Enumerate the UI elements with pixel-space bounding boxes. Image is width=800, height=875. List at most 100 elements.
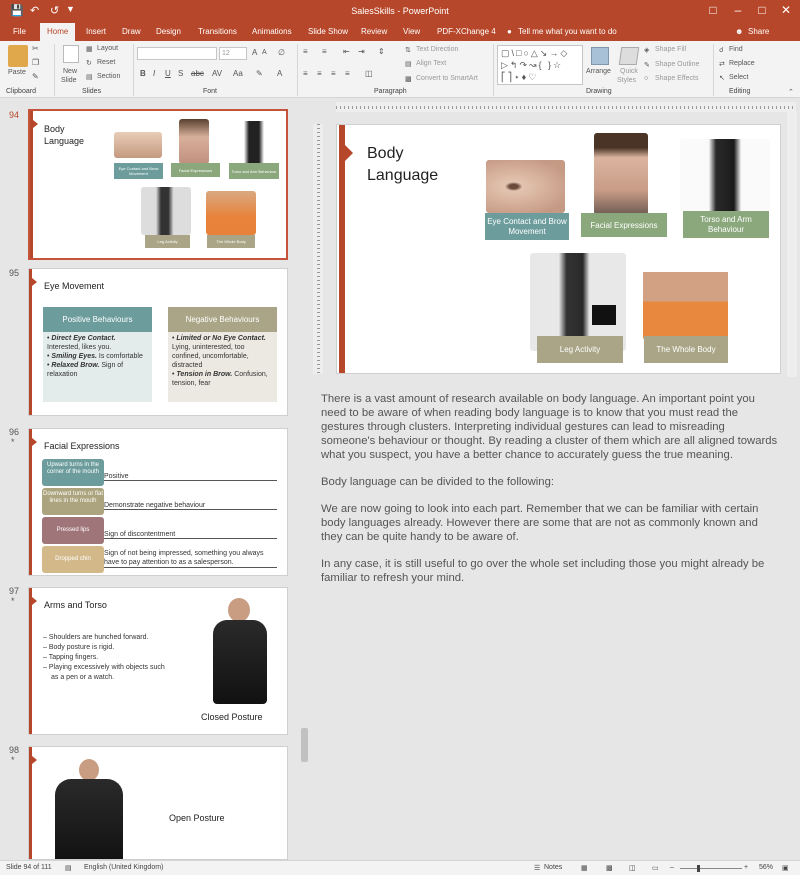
- find-icon[interactable]: ☌: [719, 46, 724, 54]
- increase-indent-icon[interactable]: ⇥: [358, 47, 365, 56]
- font-color-icon[interactable]: A: [277, 69, 282, 78]
- quick-styles-icon[interactable]: [618, 47, 640, 65]
- clear-format-icon[interactable]: ∅: [278, 48, 285, 57]
- columns-icon[interactable]: ◫: [365, 69, 373, 78]
- zoom-slider-thumb[interactable]: [697, 865, 700, 872]
- zoom-slider[interactable]: [680, 868, 742, 869]
- fit-slide-icon[interactable]: ▣: [782, 864, 789, 872]
- maximize-icon[interactable]: □: [752, 3, 772, 17]
- notes-button[interactable]: Notes: [544, 864, 562, 871]
- tab-home[interactable]: Home: [40, 23, 76, 41]
- leg-activity-label[interactable]: Leg Activity: [537, 336, 623, 363]
- slide-thumbnail-96[interactable]: Facial Expressions Upward turns in the c…: [28, 428, 288, 576]
- notes-paragraph[interactable]: We are now going to look into each part.…: [321, 502, 781, 544]
- convert-smartart-button[interactable]: Convert to SmartArt: [416, 75, 478, 82]
- torso-arm-label[interactable]: Torso and Arm Behaviour: [683, 211, 769, 238]
- increase-font-icon[interactable]: A: [252, 48, 257, 57]
- tab-draw[interactable]: Draw: [122, 27, 141, 36]
- new-slide-button-line2[interactable]: Slide: [61, 77, 77, 84]
- strikethrough-icon[interactable]: abc: [191, 69, 204, 78]
- align-center-icon[interactable]: ≡: [317, 69, 322, 78]
- eye-contact-label[interactable]: Eye Contact and Brow Movement: [485, 213, 569, 240]
- tab-slide-show[interactable]: Slide Show: [308, 27, 348, 36]
- reset-button[interactable]: Reset: [97, 59, 115, 66]
- reset-icon[interactable]: ↻: [86, 59, 92, 67]
- highlight-icon[interactable]: ✎: [256, 69, 263, 78]
- select-icon[interactable]: ↖: [719, 74, 725, 82]
- arrange-button[interactable]: Arrange: [586, 68, 611, 75]
- smartart-icon[interactable]: ▩: [405, 75, 412, 83]
- numbering-icon[interactable]: ≡: [322, 47, 327, 56]
- tab-transitions[interactable]: Transitions: [198, 27, 237, 36]
- notes-paragraph[interactable]: There is a vast amount of research avail…: [321, 392, 781, 462]
- share-user-icon[interactable]: ☻: [735, 27, 743, 36]
- shadow-icon[interactable]: S: [178, 69, 183, 78]
- tell-me-box[interactable]: Tell me what you want to do: [518, 27, 617, 36]
- slide-canvas[interactable]: Body Language Eye Contact and Brow Movem…: [336, 124, 781, 374]
- text-direction-icon[interactable]: ⇅: [405, 46, 411, 54]
- eye-contact-photo[interactable]: [486, 160, 565, 213]
- shape-fill-button[interactable]: Shape Fill: [655, 46, 686, 53]
- tab-design[interactable]: Design: [156, 27, 181, 36]
- font-size-input[interactable]: 12: [219, 47, 247, 60]
- font-name-input[interactable]: [137, 47, 217, 60]
- zoom-level[interactable]: 56%: [759, 864, 773, 871]
- tab-animations[interactable]: Animations: [252, 27, 292, 36]
- decrease-font-icon[interactable]: A: [262, 49, 267, 56]
- whole-body-photo[interactable]: [643, 255, 728, 340]
- arrange-icon[interactable]: [591, 47, 609, 65]
- align-text-icon[interactable]: ▤: [405, 60, 412, 68]
- shape-fill-icon[interactable]: ◈: [644, 46, 649, 54]
- collapse-ribbon-icon[interactable]: ⌃: [788, 88, 794, 96]
- torso-arm-photo[interactable]: [680, 139, 770, 212]
- align-right-icon[interactable]: ≡: [331, 69, 336, 78]
- slide-sorter-icon[interactable]: ▩: [606, 864, 613, 872]
- slide-show-icon[interactable]: ▭: [652, 864, 659, 872]
- tab-view[interactable]: View: [403, 27, 420, 36]
- layout-button[interactable]: Layout: [97, 45, 118, 52]
- zoom-out-icon[interactable]: –: [670, 864, 674, 871]
- slide-thumbnail-95[interactable]: Eye Movement Positive Behaviours • Direc…: [28, 268, 288, 416]
- whole-body-label[interactable]: The Whole Body: [644, 336, 728, 363]
- share-button[interactable]: Share: [748, 27, 769, 36]
- new-slide-icon[interactable]: [63, 45, 79, 63]
- layout-icon[interactable]: ▦: [86, 45, 93, 53]
- close-icon[interactable]: ✕: [776, 3, 796, 17]
- quick-styles-button-line2[interactable]: Styles: [617, 77, 636, 84]
- select-button[interactable]: Select: [729, 74, 748, 81]
- quick-styles-button[interactable]: Quick: [620, 68, 638, 75]
- bold-icon[interactable]: B: [140, 69, 146, 78]
- line-spacing-icon[interactable]: ⇕: [378, 47, 385, 56]
- paste-button[interactable]: Paste: [8, 69, 26, 76]
- facial-expression-photo[interactable]: [594, 133, 648, 215]
- section-button[interactable]: Section: [97, 73, 120, 80]
- replace-icon[interactable]: ⇄: [719, 60, 725, 68]
- character-spacing-icon[interactable]: AV: [212, 69, 222, 78]
- text-direction-button[interactable]: Text Direction: [416, 46, 458, 53]
- slide-title-line2[interactable]: Language: [367, 167, 438, 185]
- zoom-in-icon[interactable]: +: [744, 864, 748, 871]
- slide-scrollbar[interactable]: [787, 112, 797, 377]
- format-painter-icon[interactable]: ✎: [32, 72, 39, 81]
- italic-icon[interactable]: I: [153, 69, 155, 78]
- align-text-button[interactable]: Align Text: [416, 60, 446, 67]
- shape-effects-icon[interactable]: ○: [644, 75, 648, 82]
- section-icon[interactable]: ▤: [86, 73, 93, 81]
- shape-outline-button[interactable]: Shape Outline: [655, 61, 699, 68]
- tab-insert[interactable]: Insert: [86, 27, 106, 36]
- new-slide-button[interactable]: New: [63, 68, 77, 75]
- slide-thumbnail-94[interactable]: Body Language Eye Contact and Brow Movem…: [28, 109, 288, 260]
- justify-icon[interactable]: ≡: [345, 69, 350, 78]
- slide-title[interactable]: Body: [367, 145, 403, 163]
- paste-icon[interactable]: [8, 45, 28, 67]
- shapes-gallery[interactable]: ▢\□○△↘→◇ ▷↰↷↝{ }☆ ⎡⎤⋆♦♡: [497, 45, 583, 85]
- slide-thumbnail-98[interactable]: Open Posture: [28, 746, 288, 860]
- thumbnail-scroll-thumb[interactable]: [301, 728, 308, 762]
- spell-check-icon[interactable]: ▤: [65, 864, 72, 872]
- language-indicator[interactable]: English (United Kingdom): [84, 864, 163, 871]
- shape-outline-icon[interactable]: ✎: [644, 61, 650, 69]
- notes-paragraph[interactable]: Body language can be divided to the foll…: [321, 475, 781, 489]
- normal-view-icon[interactable]: ▦: [581, 864, 588, 872]
- tab-pdf-xchange[interactable]: PDF-XChange 4: [437, 27, 496, 36]
- bullets-icon[interactable]: ≡: [303, 47, 308, 56]
